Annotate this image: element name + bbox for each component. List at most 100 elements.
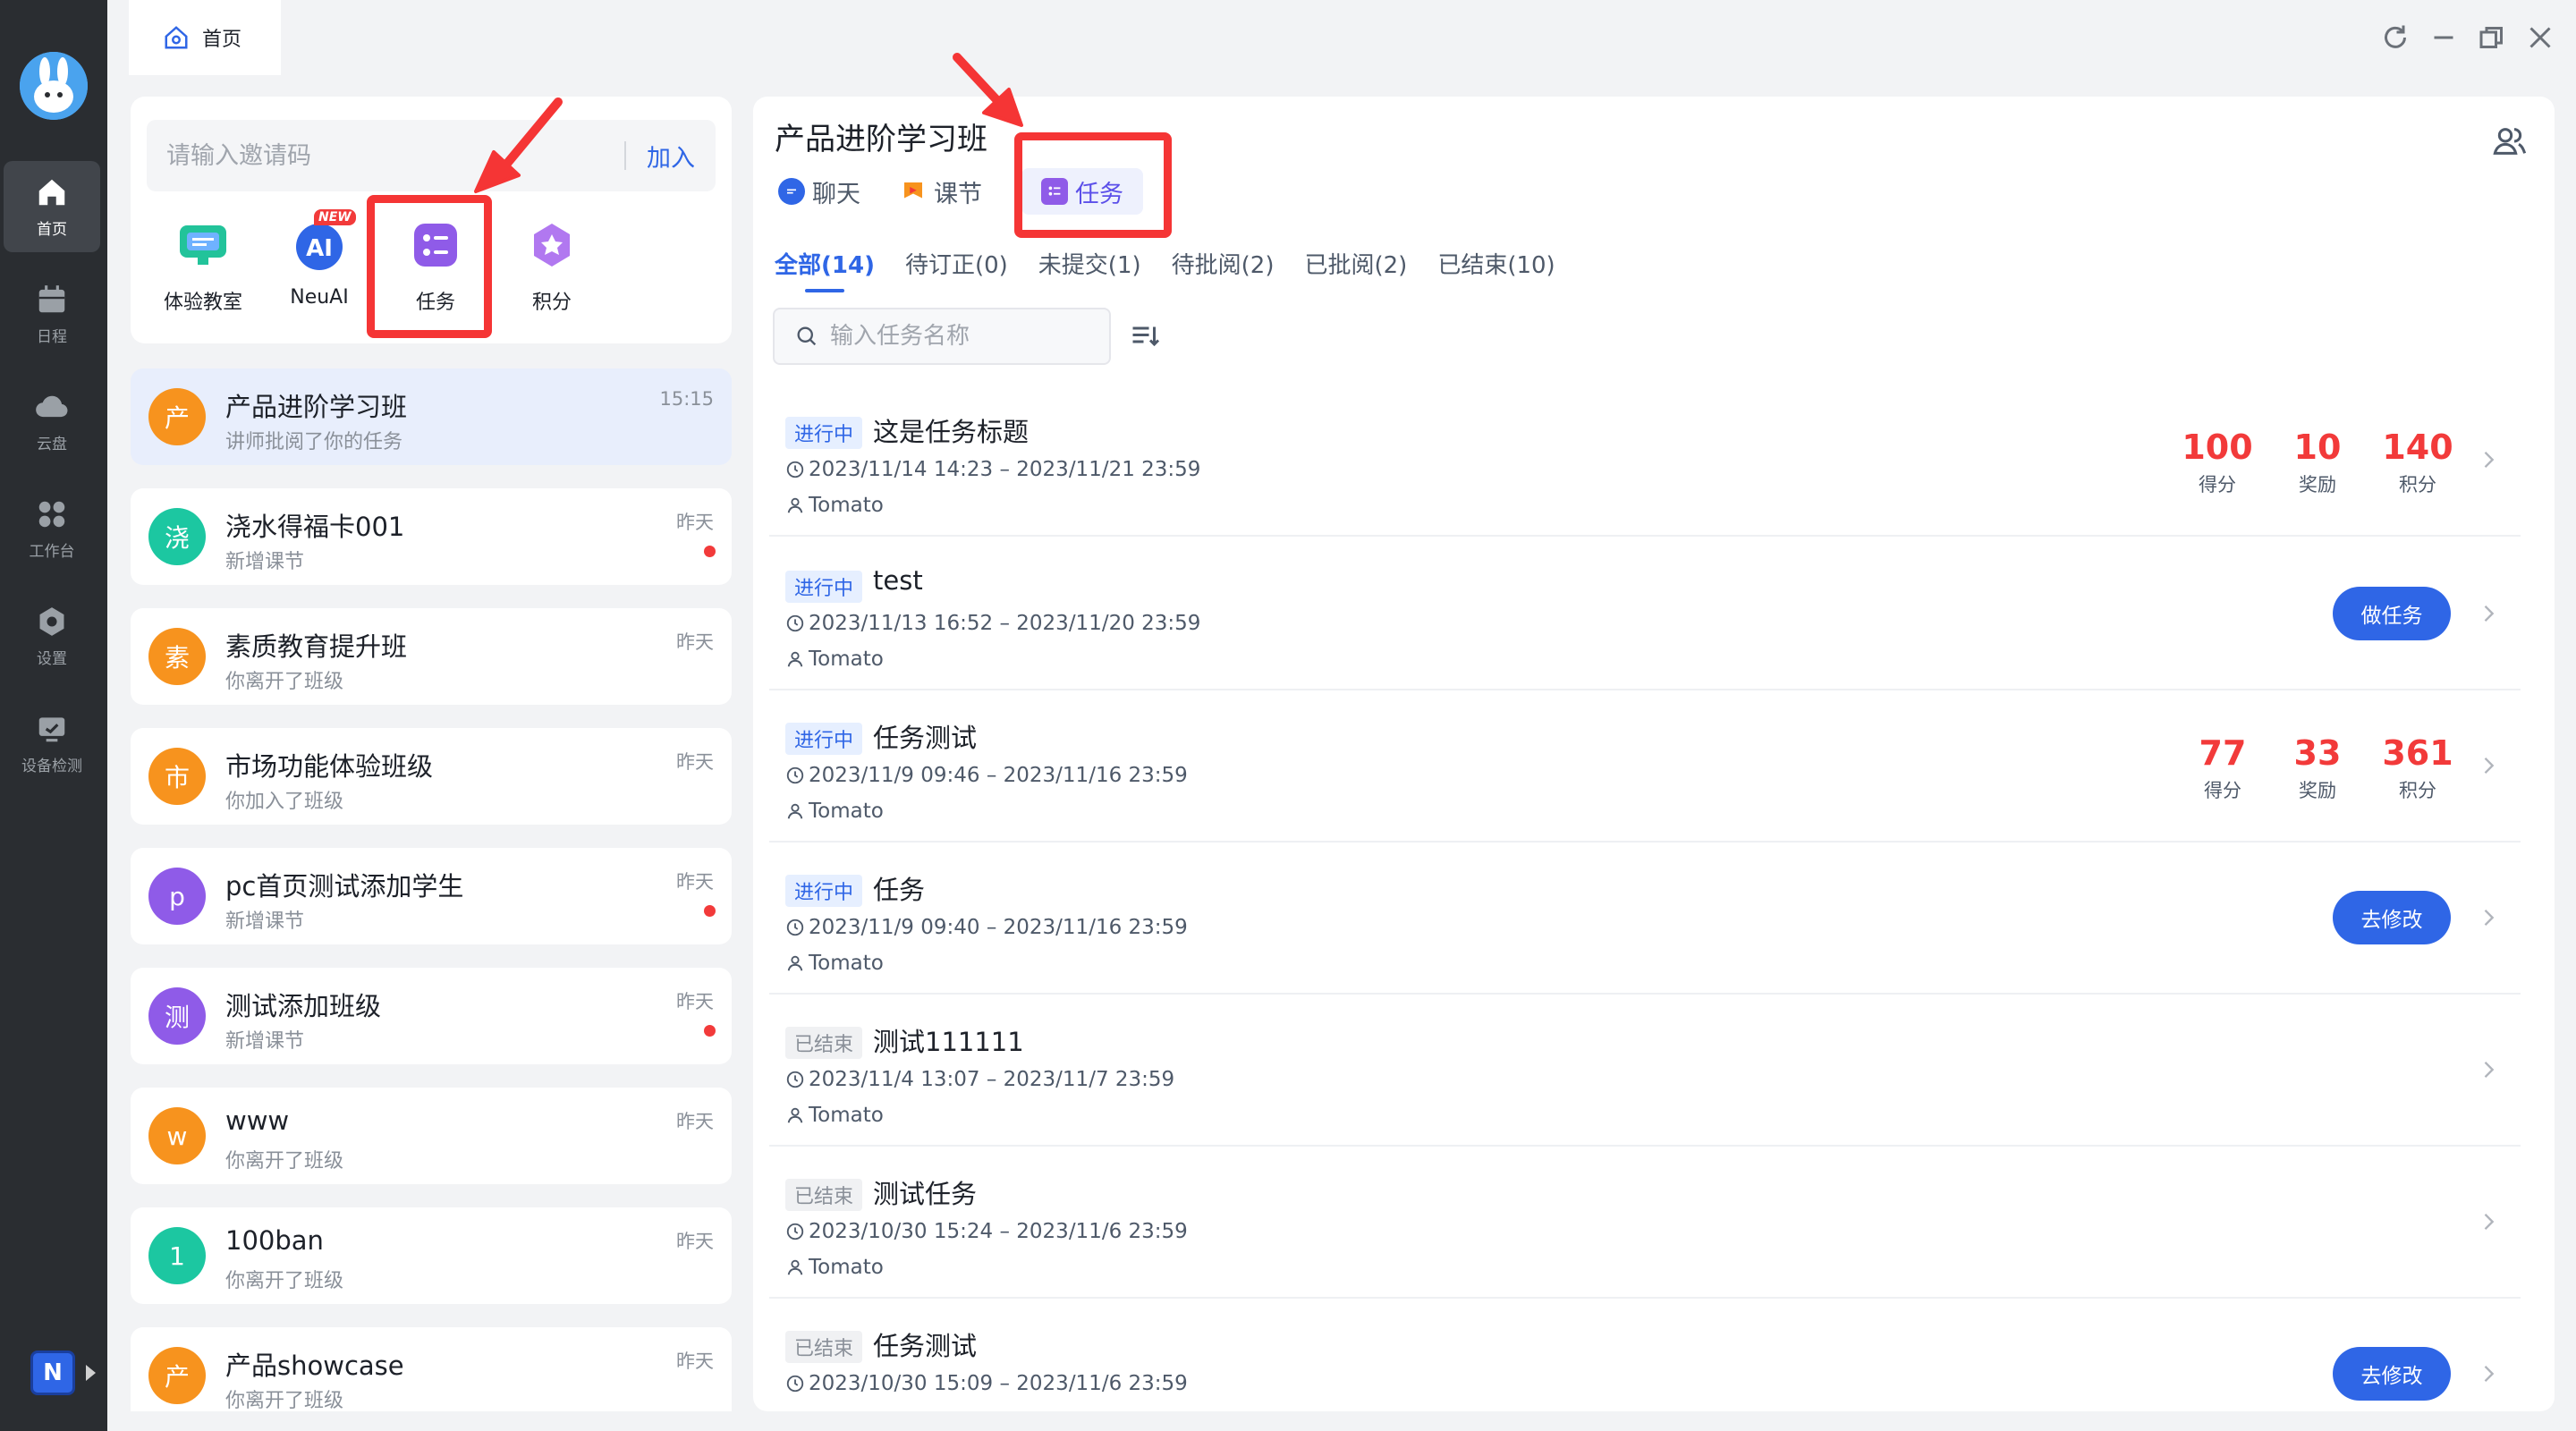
task-title: 任务测试 [873,723,978,753]
chevron-right-icon[interactable] [2476,447,2501,472]
filter-ended[interactable]: 已结束(10) [1437,247,1555,292]
conversation-time: 昨天 [676,631,714,653]
chevron-right-icon[interactable] [2476,1361,2501,1386]
rail-item-home[interactable]: 首页 [4,161,100,252]
conversation-time: 昨天 [676,991,714,1012]
conversation-preview: 新增课节 [225,551,305,573]
filter-to-review[interactable]: 待批阅(2) [1172,247,1275,292]
reward-value: 33 [2293,733,2342,773]
rail-item-schedule[interactable]: 日程 [4,268,100,360]
user-icon [787,1259,803,1275]
conversation-preview: 你离开了班级 [225,1390,344,1412]
minimize-icon[interactable] [2428,21,2460,54]
edit-task-button[interactable]: 去修改 [2333,1347,2451,1401]
task-row[interactable]: 进行中 这是任务标题 2023/11/14 14:23 – 2023/11/21… [769,385,2521,537]
user-icon [787,955,803,971]
invite-code-input[interactable] [147,141,624,170]
sort-icon[interactable] [1129,320,1161,352]
conversation-name: 产品showcase [225,1351,404,1381]
points-label: 积分 [2399,474,2436,495]
expand-arrow-icon[interactable] [86,1365,96,1381]
home-outline-icon [165,26,188,49]
avatar: 浇 [148,508,206,565]
conversation-item[interactable]: 浇 浇水得福卡001 新增课节 昨天 [131,488,732,585]
chevron-right-icon[interactable] [2476,905,2501,930]
task-search-input[interactable] [830,323,1098,350]
user-avatar[interactable] [20,52,88,120]
task-row[interactable]: 已结束 任务测试 2023/10/30 15:09 – 2023/11/6 23… [769,1299,2521,1411]
shortcut-neuai[interactable]: AI NEW NeuAI [261,209,377,324]
rail-item-cloud[interactable]: 云盘 [4,376,100,467]
status-badge: 进行中 [785,417,863,449]
grid-icon [38,501,65,527]
class-detail-panel: 产品进阶学习班 聊天 课节 任务 全部(14) 待订正(0) 未提交(1) 待批… [753,97,2555,1411]
status-badge: 已结束 [785,1179,863,1211]
user-icon [787,651,803,667]
conversation-time: 15:15 [659,388,714,410]
conversation-item[interactable]: 产 产品showcase 你离开了班级 昨天 [131,1327,732,1412]
chevron-right-icon[interactable] [2476,1057,2501,1082]
monitor-icon [38,716,65,741]
task-time: 2023/11/14 14:23 – 2023/11/21 23:59 [785,458,1200,481]
avatar: 产 [148,388,206,445]
task-row[interactable]: 已结束 测试111111 2023/11/4 13:07 – 2023/11/7… [769,995,2521,1147]
chevron-right-icon[interactable] [2476,1209,2501,1234]
chevron-right-icon[interactable] [2476,753,2501,778]
task-owner-name: Tomato [809,1104,884,1127]
task-row[interactable]: 进行中 任务测试 2023/11/9 09:46 – 2023/11/16 23… [769,690,2521,843]
close-icon[interactable] [2524,21,2556,54]
filter-not-submitted[interactable]: 未提交(1) [1038,247,1141,292]
task-row[interactable]: 已结束 测试任务 2023/10/30 15:24 – 2023/11/6 23… [769,1147,2521,1299]
score-value: 100 [2182,428,2253,467]
conversation-item[interactable]: 1 100ban 你离开了班级 昨天 [131,1207,732,1304]
tab-home[interactable]: 首页 [129,0,281,75]
task-row[interactable]: 进行中 任务 2023/11/9 09:40 – 2023/11/16 23:5… [769,843,2521,995]
tab-chat[interactable]: 聊天 [778,168,860,215]
filter-all[interactable]: 全部(14) [775,247,875,292]
unread-dot [704,905,716,917]
avatar: p [148,868,206,925]
avatar: 素 [148,628,206,685]
shortcut-trial-classroom[interactable]: 体验教室 [145,216,261,324]
task-time: 2023/11/13 16:52 – 2023/11/20 23:59 [785,612,1200,635]
status-badge: 进行中 [785,875,863,907]
shortcut-label: 体验教室 [163,292,242,314]
refresh-icon[interactable] [2379,21,2411,54]
shortcut-points[interactable]: 积分 [494,216,610,324]
rail-item-workbench[interactable]: 工作台 [4,483,100,574]
filter-reviewed[interactable]: 已批阅(2) [1304,247,1407,292]
top-bar: 首页 [107,0,2576,75]
conversation-item[interactable]: 产 产品进阶学习班 讲师批阅了你的任务 15:15 [131,368,732,465]
conversation-preview: 你离开了班级 [225,671,344,693]
restore-icon[interactable] [2476,21,2508,54]
edit-task-button[interactable]: 去修改 [2333,891,2451,944]
avatar: 产 [148,1347,206,1404]
search-icon [797,326,817,346]
task-row[interactable]: 进行中 test 2023/11/13 16:52 – 2023/11/20 2… [769,538,2521,690]
clock-icon [786,1071,804,1088]
conversation-name: 市场功能体验班级 [225,751,434,782]
rail-item-label: 设置 [37,649,67,668]
conversation-item[interactable]: 市 市场功能体验班级 你加入了班级 昨天 [131,728,732,825]
conversation-item[interactable]: w www 你离开了班级 昨天 [131,1088,732,1184]
rail-item-settings[interactable]: 设置 [4,590,100,682]
join-button[interactable]: 加入 [626,139,716,174]
task-time-range: 2023/11/14 14:23 – 2023/11/21 23:59 [809,458,1201,481]
conversation-item[interactable]: 素 素质教育提升班 你离开了班级 昨天 [131,608,732,705]
task-time-range: 2023/10/30 15:24 – 2023/11/6 23:59 [809,1220,1188,1243]
do-task-button[interactable]: 做任务 [2333,587,2451,640]
task-time: 2023/10/30 15:09 – 2023/11/6 23:59 [785,1372,1188,1395]
task-time: 2023/11/9 09:46 – 2023/11/16 23:59 [785,764,1188,787]
rail-item-label: 首页 [37,220,67,239]
conversation-item[interactable]: p pc首页测试添加学生 新增课节 昨天 [131,848,732,944]
members-icon[interactable] [2492,123,2528,159]
chevron-right-icon[interactable] [2476,601,2501,626]
chat-bubble-icon [778,178,805,205]
conversation-item[interactable]: 测 测试添加班级 新增课节 昨天 [131,968,732,1064]
page-title: 产品进阶学习班 [775,122,987,157]
tab-lessons[interactable]: 课节 [900,168,982,215]
rail-item-device-check[interactable]: 设备检测 [4,698,100,789]
tab-home-label: 首页 [202,29,242,51]
app-switcher-button[interactable]: N [30,1351,75,1395]
filter-to-correct[interactable]: 待订正(0) [905,247,1008,292]
